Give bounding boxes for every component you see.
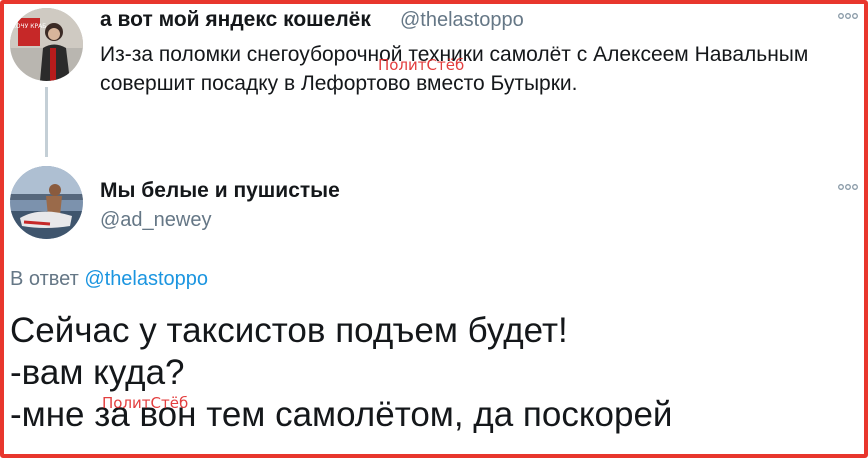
tweet1-handle[interactable]: @thelastoppo [400,9,524,32]
reply-to-link[interactable]: @thelastoppo [84,268,208,290]
avatar-photo: ХОЧУ КРАБ [10,8,83,81]
tweet1-text-line: совершит посадку в Лефортово вместо Буты… [100,72,578,95]
more-options-icon[interactable] [838,10,858,21]
tweet1-author-name[interactable]: а вот мой яндекс кошелёк [100,8,371,32]
avatar-ad-newey[interactable] [10,166,83,239]
reply-prefix: В ответ [10,268,85,290]
tweet2-text-line: -вам куда? [10,353,185,392]
reply-context: В ответ @thelastoppo [10,268,208,291]
avatar-thelastoppo[interactable]: ХОЧУ КРАБ [10,8,83,81]
avatar-photo [10,166,83,239]
tweet2-text-line: Сейчас у таксистов подъем будет! [10,311,568,350]
watermark: ПолитСтёб [102,394,189,412]
thread-connector-line [45,87,48,157]
more-options-icon[interactable] [838,181,858,192]
tweet2-text: Сейчас у таксистов подъем будет! -вам ку… [10,310,673,436]
tweet1-text-line: Из-за поломки снегоуборочной техники сам… [100,43,809,66]
watermark: ПолитСтёб [378,56,465,74]
tweet2-handle[interactable]: @ad_newey [100,209,211,232]
tweet1-text: Из-за поломки снегоуборочной техники сам… [100,40,860,98]
tweet2-author-name[interactable]: Мы белые и пушистые [100,179,340,203]
avatar-sign-text: ХОЧУ КРАБ [12,23,47,30]
